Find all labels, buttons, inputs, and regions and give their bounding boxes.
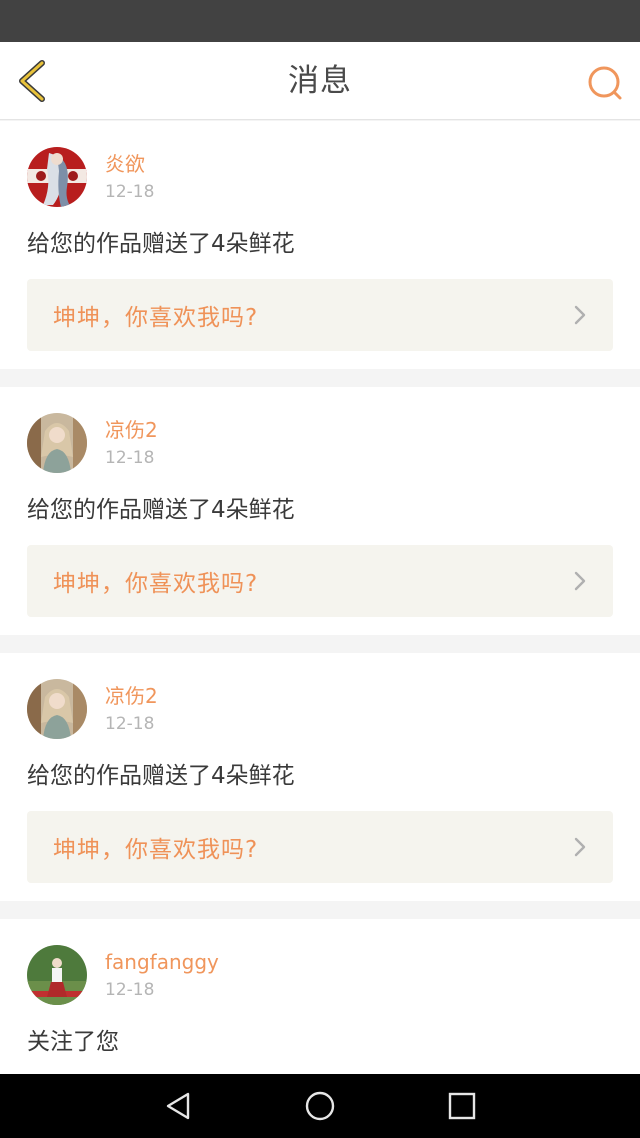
message-date: 12-18 bbox=[105, 182, 155, 202]
system-nav-bar bbox=[0, 1074, 640, 1138]
work-link[interactable]: 坤坤，你喜欢我吗? bbox=[27, 279, 613, 351]
chevron-right-icon bbox=[574, 305, 586, 325]
message-text: 给您的作品赠送了4朵鲜花 bbox=[27, 231, 295, 257]
message-card[interactable]: fangfanggy 12-18 关注了您 bbox=[0, 919, 640, 1074]
message-text: 关注了您 bbox=[27, 1029, 119, 1055]
work-title: 坤坤，你喜欢我吗? bbox=[53, 571, 259, 597]
message-card[interactable]: 凉伤2 12-18 给您的作品赠送了4朵鲜花 坤坤，你喜欢我吗? bbox=[0, 387, 640, 635]
avatar[interactable] bbox=[27, 679, 87, 739]
search-icon[interactable] bbox=[586, 64, 624, 102]
page-title: 消息 bbox=[288, 63, 352, 99]
chevron-right-icon bbox=[574, 837, 586, 857]
message-text: 给您的作品赠送了4朵鲜花 bbox=[27, 763, 295, 789]
sender-name[interactable]: fangfanggy bbox=[105, 949, 219, 975]
circle-home-icon[interactable] bbox=[304, 1090, 336, 1122]
message-date: 12-18 bbox=[105, 980, 155, 1000]
top-app-bar: 消息 bbox=[0, 42, 640, 120]
message-card[interactable]: 凉伤2 12-18 给您的作品赠送了4朵鲜花 坤坤，你喜欢我吗? bbox=[0, 653, 640, 901]
avatar[interactable] bbox=[27, 945, 87, 1005]
work-link[interactable]: 坤坤，你喜欢我吗? bbox=[27, 811, 613, 883]
work-title: 坤坤，你喜欢我吗? bbox=[53, 305, 259, 331]
message-date: 12-18 bbox=[105, 448, 155, 468]
message-date: 12-18 bbox=[105, 714, 155, 734]
work-link[interactable]: 坤坤，你喜欢我吗? bbox=[27, 545, 613, 617]
message-text: 给您的作品赠送了4朵鲜花 bbox=[27, 497, 295, 523]
work-title: 坤坤，你喜欢我吗? bbox=[53, 837, 259, 863]
chevron-right-icon bbox=[574, 571, 586, 591]
triangle-back-icon[interactable] bbox=[162, 1090, 194, 1122]
sender-name[interactable]: 凉伤2 bbox=[105, 683, 158, 709]
message-card[interactable]: 炎欲 12-18 给您的作品赠送了4朵鲜花 坤坤，你喜欢我吗? bbox=[0, 121, 640, 369]
message-list: 炎欲 12-18 给您的作品赠送了4朵鲜花 坤坤，你喜欢我吗? 凉伤2 12-1… bbox=[0, 121, 640, 1074]
avatar[interactable] bbox=[27, 147, 87, 207]
status-bar bbox=[0, 0, 640, 42]
sender-name[interactable]: 凉伤2 bbox=[105, 417, 158, 443]
square-recents-icon[interactable] bbox=[446, 1090, 478, 1122]
avatar[interactable] bbox=[27, 413, 87, 473]
sender-name[interactable]: 炎欲 bbox=[105, 151, 154, 177]
